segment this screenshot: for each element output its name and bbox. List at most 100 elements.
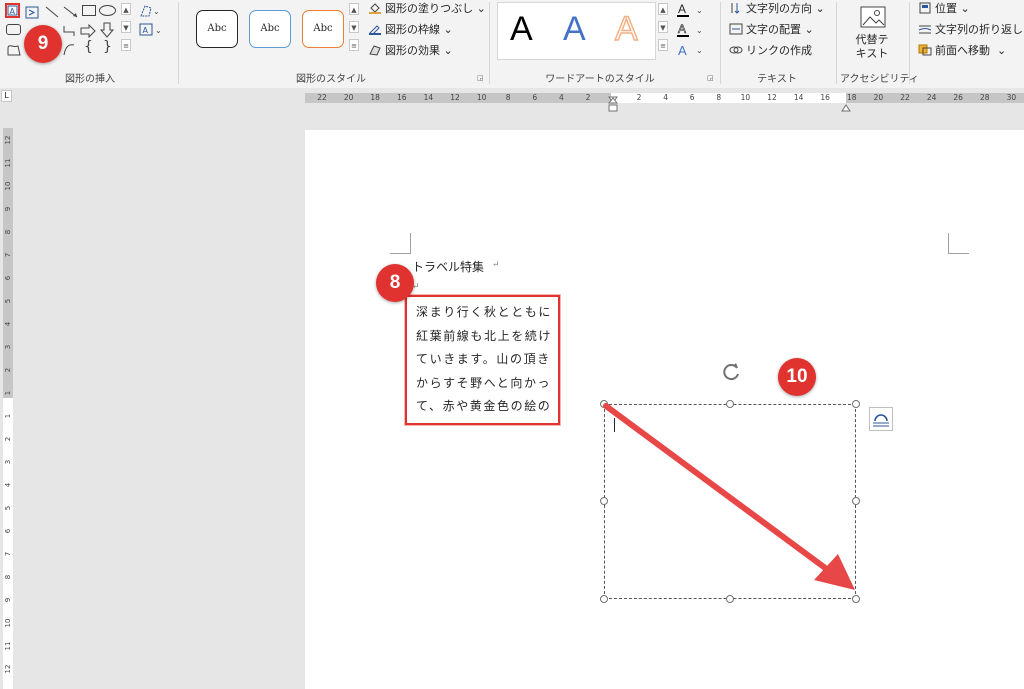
shapes-scroll-down-button[interactable]: ▼ xyxy=(121,21,131,33)
document-heading[interactable]: トラベル特集 xyxy=(412,258,484,275)
wordart-sample-black[interactable]: A xyxy=(510,9,533,49)
wordart-dialog-launcher-icon[interactable]: ◲ xyxy=(707,74,715,82)
ruler-tick-label: 10 xyxy=(740,93,751,102)
text-outline-icon[interactable]: A ⌄ xyxy=(676,22,710,38)
styles-more-button[interactable]: ≡ xyxy=(349,39,359,51)
wrap-text-menu[interactable]: 文字列の折り返し xyxy=(918,23,1023,37)
ruler-tick-label: 8 xyxy=(505,93,511,102)
alt-text-label-line2: キスト xyxy=(855,47,889,60)
rectangle-shape-icon[interactable] xyxy=(82,5,96,16)
vertical-ruler-tick-label: 11 xyxy=(4,641,12,651)
vertical-ruler-tick-label: 6 xyxy=(4,275,12,281)
group-divider xyxy=(720,2,721,84)
ruler-tick-label: 4 xyxy=(663,93,668,102)
text-box-tool-icon[interactable]: A xyxy=(5,3,20,18)
oval-shape-icon[interactable] xyxy=(99,5,116,16)
ruler-tick-label: 2 xyxy=(636,93,642,102)
pen-icon xyxy=(368,23,382,36)
shapes-more-button[interactable]: ≡ xyxy=(121,39,131,51)
text-direction-label: 文字列の方向 xyxy=(746,2,812,15)
svg-text:A: A xyxy=(678,22,686,36)
hanging-indent-marker-icon[interactable] xyxy=(607,97,619,113)
down-arrow-shape-icon[interactable] xyxy=(99,22,115,38)
step-badge-9: 9 xyxy=(24,25,62,63)
right-indent-marker-icon[interactable] xyxy=(841,97,851,112)
wrap-text-label: 文字列の折り返し xyxy=(935,23,1023,36)
rotate-handle-icon[interactable] xyxy=(720,361,742,383)
alt-text-icon[interactable] xyxy=(860,6,886,30)
text-fill-icon[interactable]: A ⌄ xyxy=(676,2,710,18)
layout-options-icon[interactable] xyxy=(869,407,893,431)
vertical-ruler-tick-label: 10 xyxy=(4,618,12,628)
shapes-scroll-up-button[interactable]: ▲ xyxy=(121,3,131,15)
shape-style-sample-2[interactable]: Abc xyxy=(249,10,291,48)
wordart-sample-blue[interactable]: A xyxy=(563,9,586,49)
text-direction-menu[interactable]: 文字列の方向 ⌄ xyxy=(729,2,825,16)
shape-fill-label: 図形の塗りつぶし xyxy=(385,2,474,15)
group-divider xyxy=(178,2,179,84)
vertical-ruler-tick-label: 2 xyxy=(4,436,12,442)
effects-icon xyxy=(368,44,382,56)
ruler-tick-label: 26 xyxy=(953,93,963,102)
tab-selector-icon[interactable]: L xyxy=(1,90,12,102)
wordart-sample-orange[interactable]: A xyxy=(614,9,638,49)
ruler-tick-label: 18 xyxy=(370,93,380,102)
accessibility-group-label: アクセシビリティ xyxy=(840,74,919,85)
shape-style-sample-1[interactable]: Abc xyxy=(196,10,238,48)
vertical-ruler-tick-label: 8 xyxy=(4,574,12,580)
vertical-ruler-tick-label: 12 xyxy=(4,664,12,674)
shape-effects-menu[interactable]: 図形の効果 ⌄ xyxy=(368,44,453,58)
shape-outline-menu[interactable]: 図形の枠線 ⌄ xyxy=(368,23,453,37)
wordart-scroll-down-button[interactable]: ▼ xyxy=(658,21,668,33)
text-effects-icon[interactable]: A ⌄ xyxy=(676,42,710,58)
svg-text:⌄: ⌄ xyxy=(696,26,703,35)
text-direction-icon xyxy=(729,2,743,14)
wordart-more-button[interactable]: ≡ xyxy=(658,39,668,51)
align-text-icon xyxy=(729,23,743,35)
group-divider xyxy=(836,2,837,84)
freeform-shape-icon[interactable] xyxy=(6,42,22,56)
rounded-rectangle-shape-icon[interactable] xyxy=(6,24,21,35)
shape-styles-dialog-launcher-icon[interactable]: ◲ xyxy=(477,74,485,82)
svg-text:⌄: ⌄ xyxy=(696,46,703,55)
vertical-ruler-top-margin xyxy=(3,128,13,398)
styles-scroll-up-button[interactable]: ▲ xyxy=(349,3,359,15)
vertical-ruler-tick-label: 4 xyxy=(4,321,12,327)
arrow-line-shape-icon[interactable] xyxy=(62,4,80,18)
alt-text-button[interactable]: 代替テ キスト xyxy=(847,33,897,61)
line-shape-icon[interactable] xyxy=(44,4,60,18)
ruler-tick-label: 12 xyxy=(450,93,460,102)
ruler-tick-label: 30 xyxy=(1006,93,1017,102)
vertical-ruler-tick-label: 5 xyxy=(4,505,12,511)
position-menu[interactable]: 位置 ⌄ xyxy=(918,2,970,16)
shape-fill-menu[interactable]: 図形の塗りつぶし ⌄ xyxy=(368,2,486,16)
ruler-tick-label: 28 xyxy=(980,93,990,102)
vertical-ruler-tick-label: 7 xyxy=(4,551,12,557)
shape-style-sample-3[interactable]: Abc xyxy=(302,10,344,48)
textbox-line: ていきます。山の頂き xyxy=(416,352,551,366)
vertical-ruler-tick-label: 12 xyxy=(4,135,12,145)
ruler-tick-label: 8 xyxy=(716,93,722,102)
bring-forward-menu[interactable]: 前面へ移動 ⌄ xyxy=(918,44,1006,58)
ruler-tick-label: 6 xyxy=(532,93,538,102)
svg-text:A: A xyxy=(10,7,16,16)
insert-shapes-group-label: 図形の挿入 xyxy=(65,74,115,85)
svg-text:A: A xyxy=(678,2,686,16)
svg-text:⌄: ⌄ xyxy=(153,7,160,16)
edit-shape-icon[interactable]: ⌄ xyxy=(139,3,161,17)
vertical-text-box-icon[interactable] xyxy=(25,4,39,19)
ruler-tick-label: 6 xyxy=(689,93,695,102)
draw-text-box-icon[interactable]: A ⌄ xyxy=(139,22,165,36)
ribbon: A { } ▲ ▼ ≡ ⌄ A ⌄ 図形の挿入 Abc Abc Abc ▲ ▼ ≡… xyxy=(0,0,1024,89)
text-align-menu[interactable]: 文字の配置 ⌄ xyxy=(729,23,814,37)
elbow-connector-icon[interactable] xyxy=(62,23,76,37)
wordart-scroll-up-button[interactable]: ▲ xyxy=(658,3,668,15)
textbox-line: 紅葉前線も北上を続け xyxy=(416,329,553,343)
group-divider xyxy=(489,2,490,84)
create-link-button[interactable]: リンクの作成 xyxy=(729,44,812,58)
styles-scroll-down-button[interactable]: ▼ xyxy=(349,21,359,33)
ruler-tick-label: 16 xyxy=(820,93,830,102)
right-arrow-shape-icon[interactable] xyxy=(80,23,96,39)
first-line-indent-marker-icon[interactable] xyxy=(608,89,618,104)
arc-shape-icon[interactable] xyxy=(62,41,76,56)
